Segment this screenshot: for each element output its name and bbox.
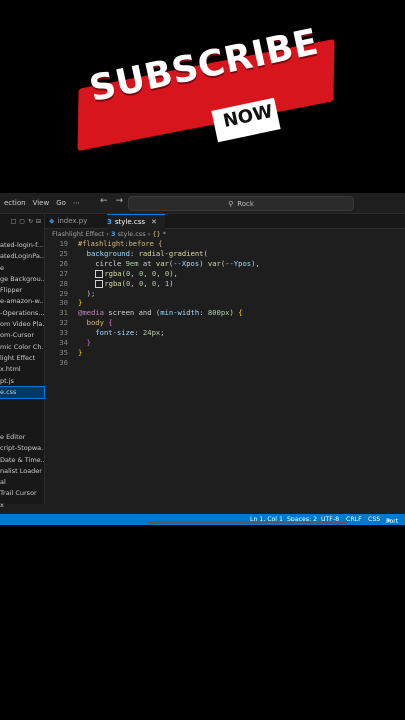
code-area[interactable]: 25 background: radial-gradient( 26 circl… (52, 249, 402, 368)
explorer-actions: □ ▢ ↻ ⊟ (0, 214, 44, 229)
code-editor-window: ection View Go ⋯ ← → ⚲ Rock □ ▢ ↻ ⊟ ated-… (0, 193, 405, 525)
nav-arrows: ← → (100, 196, 131, 206)
tab-index-py[interactable]: ◆ index.py (49, 214, 107, 228)
explorer-item[interactable]: om Video Pla... (0, 319, 44, 330)
css-file-icon: 3 (107, 218, 112, 226)
line-number: 25 (59, 249, 68, 258)
status-eol[interactable]: CRLF (346, 516, 362, 523)
explorer-item[interactable]: -Operations... (0, 308, 44, 319)
explorer-item[interactable]: x (0, 500, 44, 511)
color-swatch-icon[interactable] (95, 279, 104, 288)
explorer-item[interactable]: pt.js (0, 376, 44, 387)
tab-label: style.css (114, 218, 146, 226)
code-line: 36 (52, 358, 402, 368)
explorer-item[interactable]: x.html (0, 364, 44, 375)
status-language[interactable]: CSS (368, 516, 380, 523)
back-arrow-icon[interactable]: ← (100, 196, 108, 206)
explorer-sidebar: □ ▢ ↻ ⊟ ated-login-f... atedLoginPa... e… (0, 214, 45, 509)
horizontal-scrollbar[interactable] (148, 521, 348, 524)
code-line: 32 body { (52, 318, 402, 328)
status-port-label: Port (386, 518, 399, 525)
line-number: 33 (59, 328, 68, 338)
subscribe-banner: SUBSCRIBE NOW (0, 0, 405, 190)
code-line: 35} (52, 348, 402, 358)
new-file-icon[interactable]: □ (11, 218, 17, 225)
code-line: 34 } (52, 338, 402, 348)
tab-label: index.py (57, 217, 88, 225)
explorer-item[interactable]: nalist Loader (0, 466, 44, 477)
title-bar: ection View Go ⋯ ← → ⚲ Rock (0, 193, 405, 214)
line-number: 32 (59, 318, 68, 328)
breadcrumb-folder[interactable]: Flashlight Effect (52, 230, 104, 238)
explorer-item[interactable]: atedLoginPa... (0, 251, 44, 262)
explorer-item[interactable]: Flipper (0, 285, 44, 296)
line-number: 26 (59, 258, 68, 268)
menu-go[interactable]: Go (56, 199, 66, 207)
explorer-item[interactable]: Date & Time... (0, 455, 44, 466)
line-number: 31 (59, 308, 68, 318)
explorer-file-list-lower: e Editor cript-Stopwa... Date & Time... … (0, 432, 44, 511)
editor-tabs: ◆ index.py 3 style.css ✕ (45, 214, 405, 229)
line-number: 34 (59, 338, 68, 348)
menu-selection[interactable]: ection (4, 199, 26, 207)
explorer-item[interactable]: ated-login-f... (0, 240, 44, 251)
sticky-code: #flashlight:before { (78, 240, 163, 248)
breadcrumb-file[interactable]: style.css (118, 230, 146, 238)
code-line: 31 @media screen and (min-width: 800px) { (52, 308, 402, 318)
css-file-icon: 3 (110, 230, 116, 238)
collapse-icon[interactable]: ⊟ (36, 218, 41, 225)
search-icon: ⚲ (228, 199, 234, 208)
explorer-item[interactable]: cript-Stopwa... (0, 443, 44, 454)
explorer-item[interactable]: om-Cursor (0, 330, 44, 341)
code-line: 30} (52, 298, 402, 308)
explorer-item[interactable]: Trail Cursor (0, 488, 44, 499)
explorer-item[interactable]: mic Color Ch... (0, 342, 44, 353)
forward-arrow-icon[interactable]: → (116, 196, 124, 206)
explorer-item[interactable]: e (0, 263, 44, 274)
explorer-item[interactable]: light Effect (0, 353, 44, 364)
explorer-item[interactable]: ge Backgrou... (0, 274, 44, 285)
line-number: 19 (59, 240, 68, 248)
tab-style-css[interactable]: 3 style.css ✕ (107, 214, 165, 229)
explorer-item[interactable]: al (0, 477, 44, 488)
explorer-item[interactable]: e-amazon-w... (0, 296, 44, 307)
code-line: 27 rgba(0, 0, 0, 0), (52, 269, 402, 279)
menu-bar: ection View Go ⋯ (0, 193, 83, 213)
code-line: 29 ); (52, 289, 402, 299)
line-number: 30 (59, 298, 68, 308)
breadcrumb: Flashlight Effect › 3 style.css › {} * (52, 230, 166, 238)
menu-view[interactable]: View (33, 199, 50, 207)
command-center-search[interactable]: ⚲ Rock (128, 196, 354, 211)
breadcrumb-symbol[interactable]: * (163, 230, 166, 238)
close-tab-icon[interactable]: ✕ (151, 218, 157, 226)
sticky-scroll-line: 19 #flashlight:before { (52, 240, 163, 248)
code-line: 26 circle 9em at var(--Xpos) var(--Ypos)… (52, 259, 402, 269)
menu-more[interactable]: ⋯ (73, 199, 80, 207)
explorer-item[interactable]: e Editor (0, 432, 44, 443)
line-number: 28 (59, 278, 68, 288)
code-line: 25 background: radial-gradient( (52, 249, 402, 259)
line-number: 36 (59, 357, 68, 367)
line-number: 27 (59, 268, 68, 278)
explorer-file-list: ated-login-f... atedLoginPa... e ge Back… (0, 240, 45, 400)
code-line: 33 font-size: 24px; (52, 328, 402, 338)
new-folder-icon[interactable]: ▢ (19, 218, 25, 225)
python-file-icon: ◆ (49, 217, 55, 225)
search-text: Rock (237, 199, 254, 208)
symbol-icon: {} (152, 230, 161, 238)
refresh-icon[interactable]: ↻ (28, 218, 33, 225)
code-line: 28 rgba(0, 0, 0, 1) (52, 279, 402, 289)
line-number: 35 (59, 347, 68, 357)
line-number: 29 (59, 288, 68, 298)
explorer-item-active[interactable]: e.css (0, 385, 45, 400)
color-swatch-icon[interactable] (95, 269, 104, 278)
